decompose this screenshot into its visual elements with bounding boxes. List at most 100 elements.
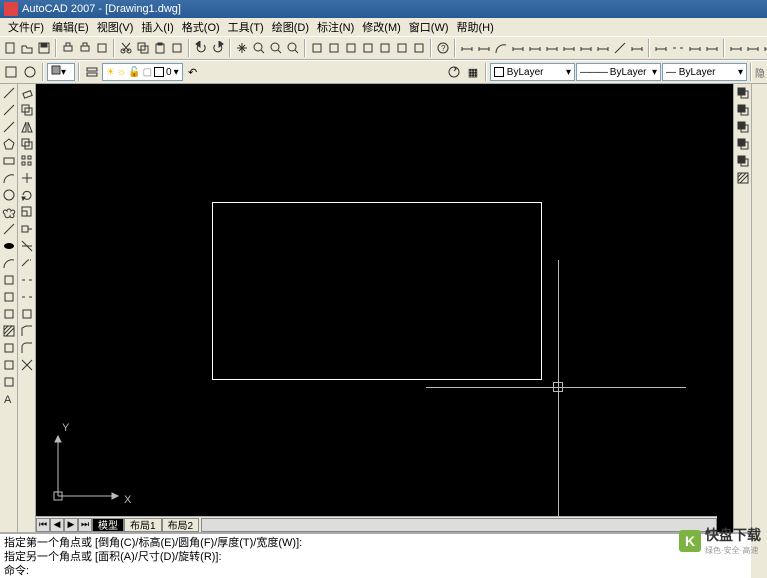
tab-prev-icon[interactable]: ◀: [50, 518, 64, 532]
arc-icon[interactable]: [1, 170, 17, 186]
menu-dim[interactable]: 标注(N): [313, 19, 358, 35]
break-pt-icon[interactable]: [19, 272, 35, 288]
dim-radius-icon[interactable]: [527, 39, 543, 57]
menu-file[interactable]: 文件(F): [4, 19, 48, 35]
ws-switch-icon[interactable]: [2, 63, 20, 81]
zoom-win-icon[interactable]: [268, 39, 284, 57]
region-icon[interactable]: [1, 357, 17, 373]
cut-icon[interactable]: [118, 39, 134, 57]
below-icon[interactable]: [735, 136, 751, 152]
plot-preview-icon[interactable]: [77, 39, 93, 57]
extend-icon[interactable]: [19, 255, 35, 271]
move-icon[interactable]: [19, 170, 35, 186]
dim-continue-icon[interactable]: [629, 39, 645, 57]
drawing-canvas[interactable]: Y X ⏮ ◀ ▶ ⏭ 模型 布局1 布局2: [36, 84, 733, 532]
menu-draw[interactable]: 绘图(D): [268, 19, 313, 35]
menu-window[interactable]: 窗口(W): [405, 19, 453, 35]
trim-icon[interactable]: [19, 238, 35, 254]
fillet-icon[interactable]: [19, 340, 35, 356]
polygon-icon[interactable]: [1, 136, 17, 152]
layer-state-icon[interactable]: ▦: [464, 63, 482, 81]
dim-center-icon[interactable]: [704, 39, 720, 57]
table-icon[interactable]: [1, 374, 17, 390]
publish-icon[interactable]: [94, 39, 110, 57]
menu-edit[interactable]: 编辑(E): [48, 19, 93, 35]
command-line[interactable]: 指定第一个角点或 [倒角(C)/标高(E)/圆角(F)/厚度(T)/宽度(W)]…: [0, 532, 751, 578]
circle-icon[interactable]: [1, 187, 17, 203]
tab-next-icon[interactable]: ▶: [64, 518, 78, 532]
dim-update-icon[interactable]: [762, 39, 767, 57]
workspace-drop[interactable]: ▾: [47, 63, 75, 81]
array-icon[interactable]: [19, 153, 35, 169]
mtext-icon[interactable]: A: [1, 391, 17, 407]
copy-obj-icon[interactable]: [19, 102, 35, 118]
spline-icon[interactable]: [1, 221, 17, 237]
linetype-drop[interactable]: ——— ByLayer▾: [576, 63, 661, 81]
zoom-rt-icon[interactable]: [251, 39, 267, 57]
scale-icon[interactable]: [19, 204, 35, 220]
menu-format[interactable]: 格式(O): [178, 19, 224, 35]
model-tab[interactable]: 模型: [92, 518, 124, 532]
menu-view[interactable]: 视图(V): [93, 19, 138, 35]
layer-prev-icon[interactable]: ↶: [184, 63, 202, 81]
insert-icon[interactable]: [1, 272, 17, 288]
lineweight-drop[interactable]: — ByLayer▾: [662, 63, 747, 81]
break-icon[interactable]: [19, 289, 35, 305]
sheet-icon[interactable]: [360, 39, 376, 57]
props-icon[interactable]: [309, 39, 325, 57]
dim-arc-icon[interactable]: [493, 39, 509, 57]
explode-icon[interactable]: [19, 357, 35, 373]
menu-modify[interactable]: 修改(M): [358, 19, 405, 35]
erase-icon[interactable]: [19, 85, 35, 101]
xline-icon[interactable]: [1, 102, 17, 118]
regen-icon[interactable]: [445, 63, 463, 81]
block-icon[interactable]: [1, 289, 17, 305]
rectangle-icon[interactable]: [1, 153, 17, 169]
dim-baseline-icon[interactable]: [612, 39, 628, 57]
tab-last-icon[interactable]: ⏭: [78, 518, 92, 532]
pan-icon[interactable]: [234, 39, 250, 57]
print-icon[interactable]: [60, 39, 76, 57]
zoom-prev-icon[interactable]: [285, 39, 301, 57]
rotate-icon[interactable]: [19, 187, 35, 203]
ellipse-arc-icon[interactable]: [1, 255, 17, 271]
ws-settings-icon[interactable]: [21, 63, 39, 81]
vscroll[interactable]: [751, 84, 767, 532]
redo-icon[interactable]: [210, 39, 226, 57]
menu-tools[interactable]: 工具(T): [224, 19, 268, 35]
calc-icon[interactable]: [394, 39, 410, 57]
tool-pal-icon[interactable]: [343, 39, 359, 57]
stretch-icon[interactable]: [19, 221, 35, 237]
dim-tol-icon[interactable]: [687, 39, 703, 57]
menu-insert[interactable]: 插入(I): [137, 19, 177, 35]
mirror-icon[interactable]: [19, 119, 35, 135]
pline-icon[interactable]: [1, 119, 17, 135]
dim-edit-icon[interactable]: [728, 39, 744, 57]
dim-tedit-icon[interactable]: [745, 39, 761, 57]
back-icon[interactable]: [735, 102, 751, 118]
join-icon[interactable]: [19, 306, 35, 322]
dim-space-icon[interactable]: [653, 39, 669, 57]
layer-drop[interactable]: ☀☼🔓▢ 0 ▾: [102, 63, 183, 81]
hatch-icon[interactable]: [1, 323, 17, 339]
dim-aligned-icon[interactable]: [476, 39, 492, 57]
point-icon[interactable]: [1, 306, 17, 322]
hatch-back-icon[interactable]: [735, 170, 751, 186]
new-icon[interactable]: [2, 39, 18, 57]
paste-icon[interactable]: [152, 39, 168, 57]
color-drop[interactable]: ByLayer▾: [490, 63, 575, 81]
dim-quick-icon[interactable]: [595, 39, 611, 57]
tab-first-icon[interactable]: ⏮: [36, 518, 50, 532]
save-icon[interactable]: [36, 39, 52, 57]
layer-props-icon[interactable]: [83, 63, 101, 81]
above-icon[interactable]: [735, 119, 751, 135]
offset-icon[interactable]: [19, 136, 35, 152]
help-icon[interactable]: ?: [435, 39, 451, 57]
dim-jogged-icon[interactable]: [544, 39, 560, 57]
gradient-icon[interactable]: [1, 340, 17, 356]
front-icon[interactable]: [735, 85, 751, 101]
hscroll[interactable]: [201, 518, 717, 532]
revcloud-icon[interactable]: [1, 204, 17, 220]
markup-icon[interactable]: [377, 39, 393, 57]
layout1-tab[interactable]: 布局1: [124, 518, 162, 532]
